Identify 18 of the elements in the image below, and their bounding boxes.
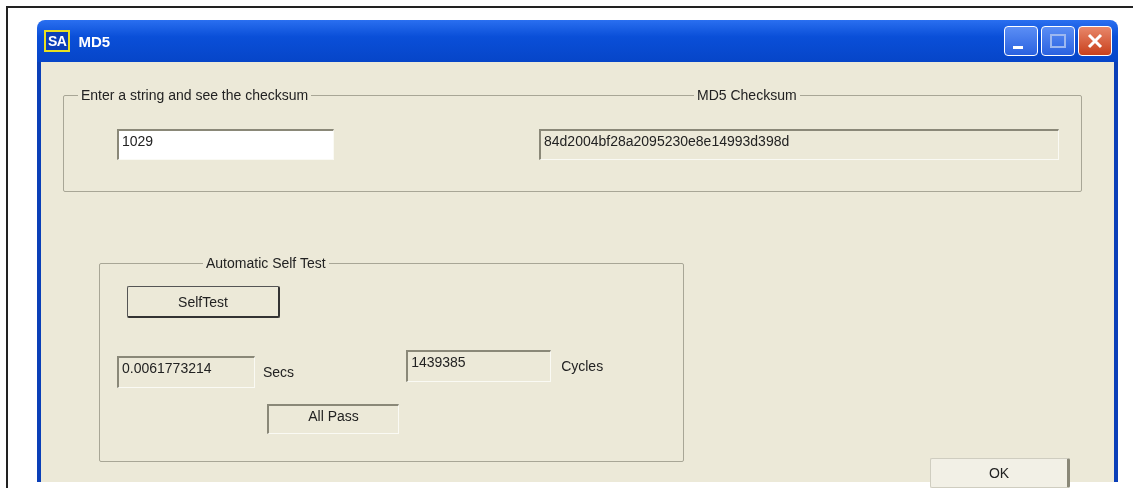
close-button[interactable]: [1078, 26, 1112, 56]
maximize-icon: [1049, 33, 1067, 49]
unit-label: Secs: [263, 364, 295, 380]
result-field: All Pass: [267, 404, 399, 434]
close-icon: [1086, 32, 1104, 50]
ok-button[interactable]: OK: [930, 458, 1070, 488]
time-field: 0.0061773214: [117, 356, 255, 388]
self-test-button[interactable]: SelfTest: [127, 286, 280, 318]
group-label: Enter a string and see the checksum: [78, 86, 312, 104]
maximize-button[interactable]: [1041, 26, 1075, 56]
unit-label: Cycles: [561, 358, 604, 374]
input-field[interactable]: 1029: [117, 129, 334, 160]
window-title: MD5: [78, 32, 111, 50]
app-icon: SA: [44, 30, 71, 52]
checksum-field: 84d2004bf28a2095230e8e14993d398d: [539, 129, 1059, 160]
minimize-button[interactable]: [1004, 26, 1038, 56]
cycles-field: 1439385: [406, 350, 552, 382]
minimize-icon: [1013, 45, 1023, 49]
